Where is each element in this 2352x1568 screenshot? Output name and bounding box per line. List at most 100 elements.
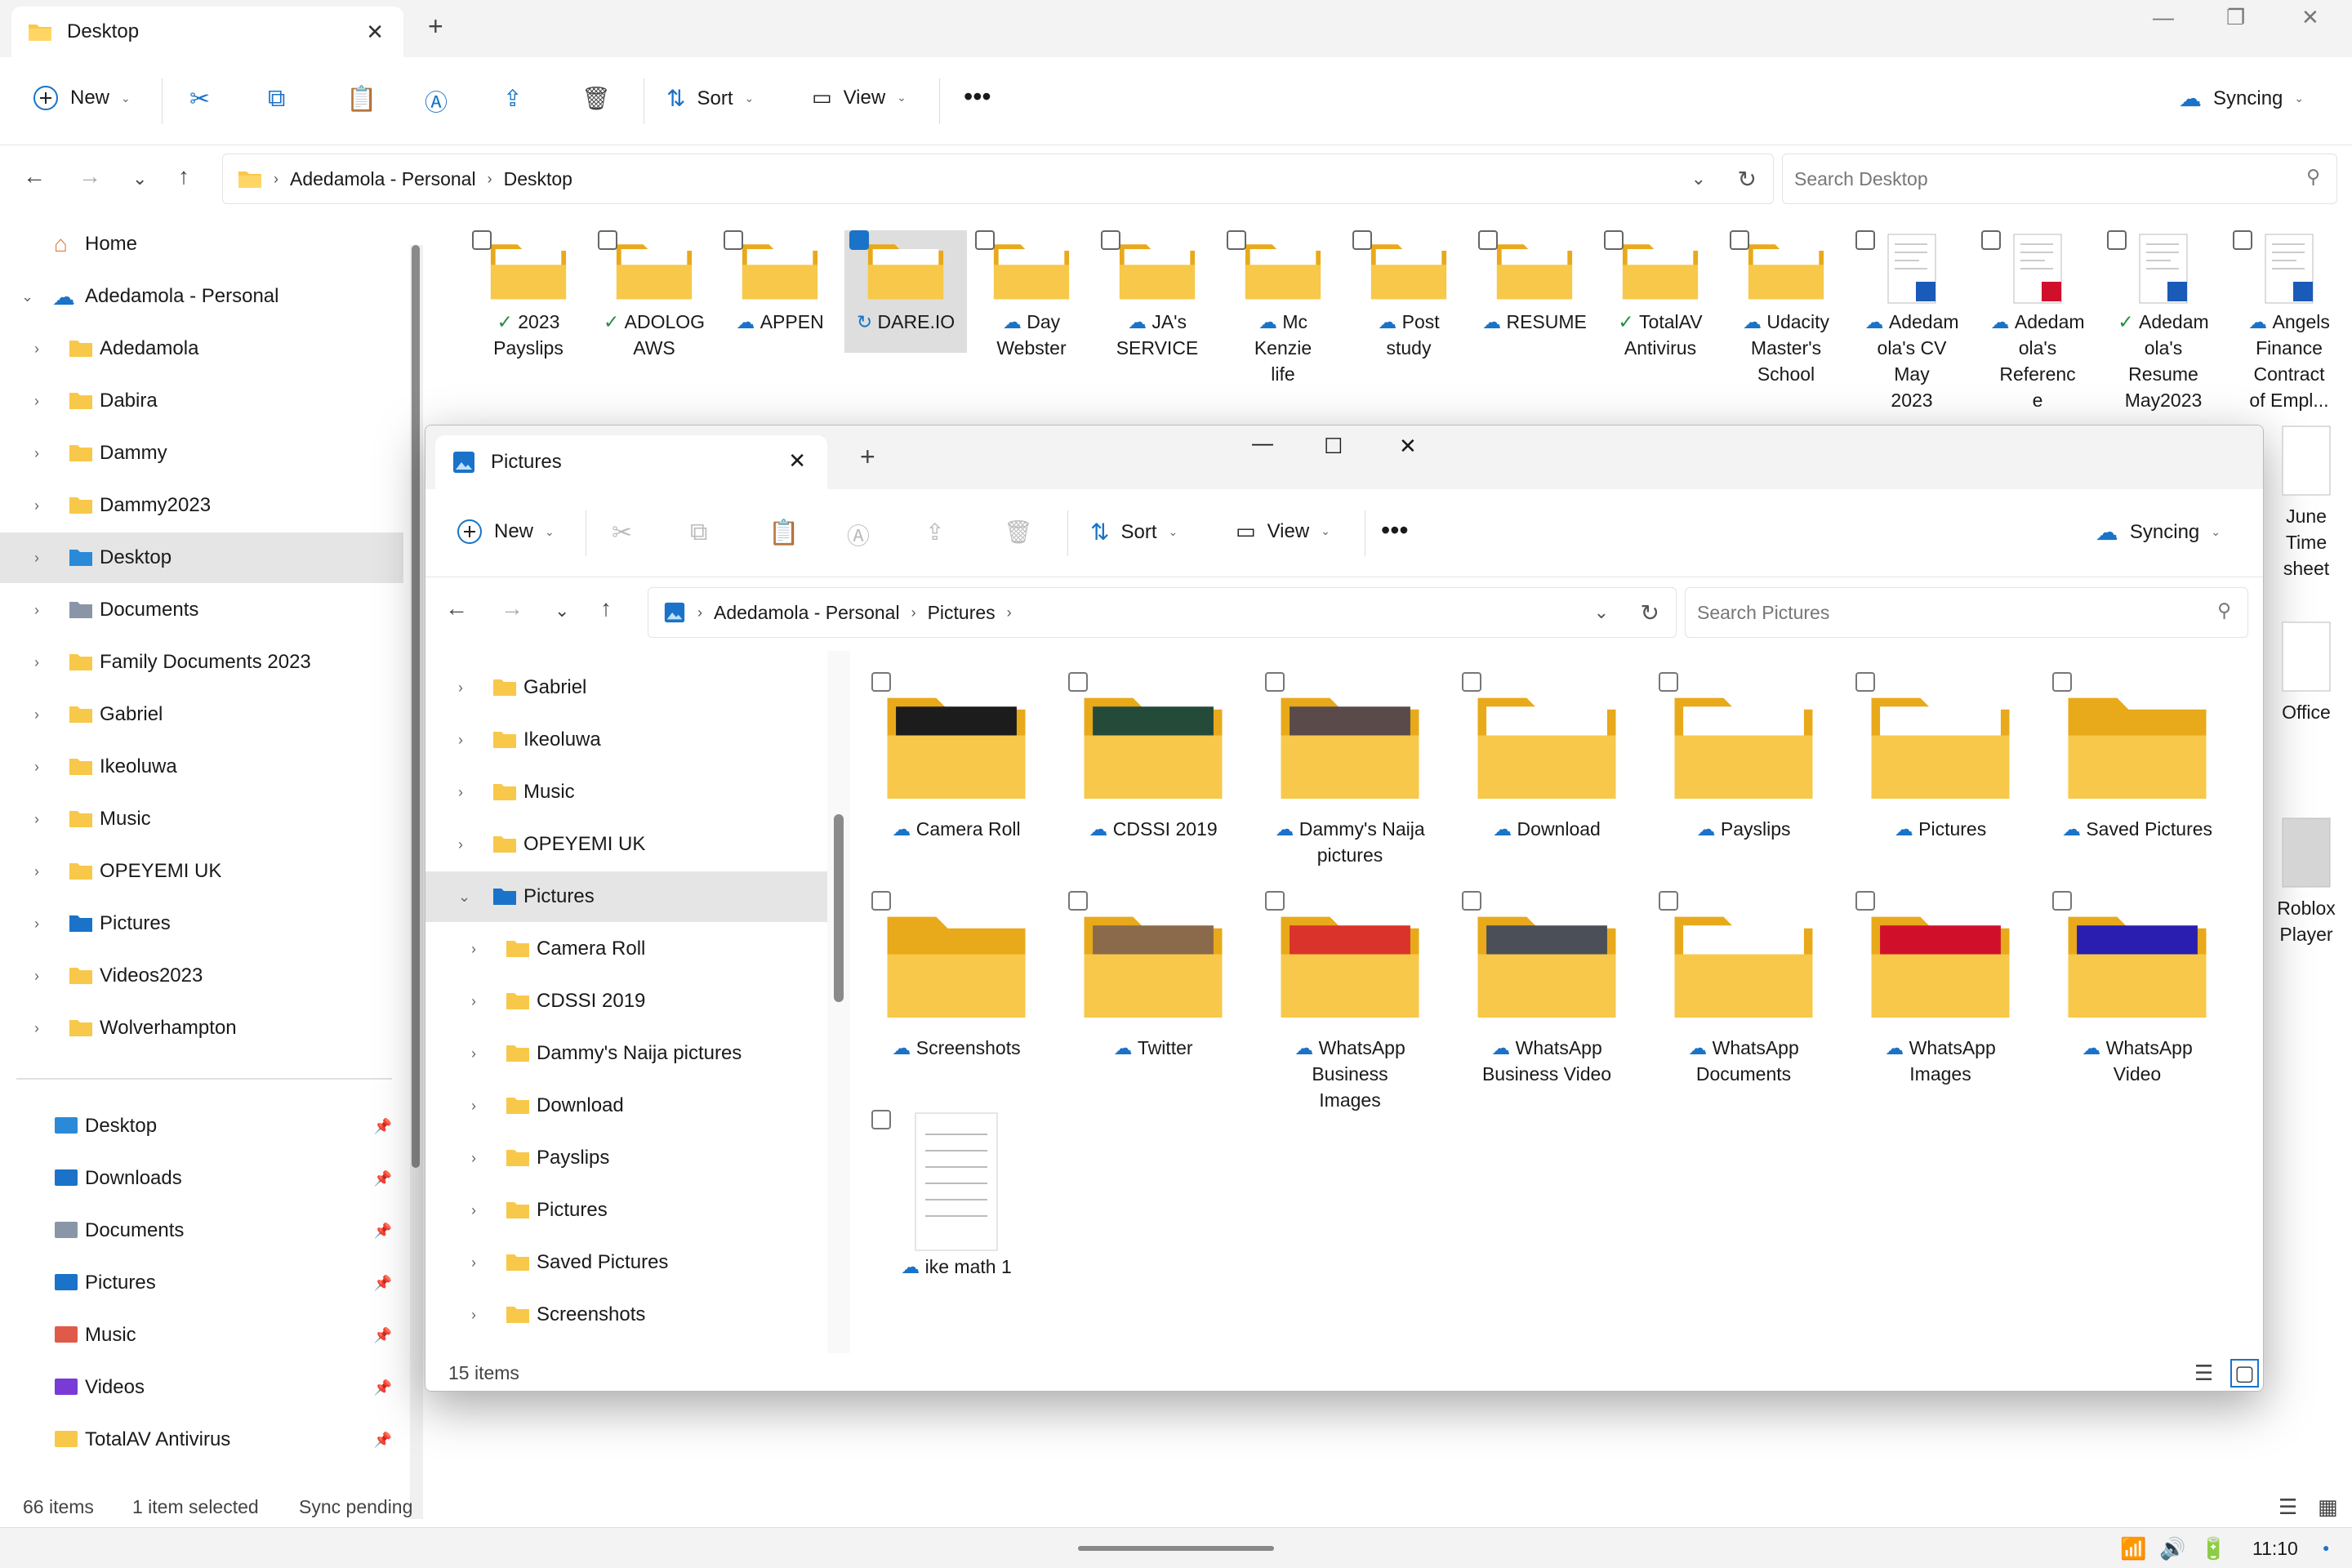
clock[interactable]: 11:10 [2252, 1538, 2298, 1560]
new-button[interactable]: New ⌄ [33, 85, 131, 111]
pin-icon[interactable]: 📌 [374, 1275, 392, 1292]
desktop-file-item[interactable]: ✓ 2023 Payslips [467, 230, 590, 418]
breadcrumb-account[interactable]: Adedamola - Personal [290, 168, 476, 190]
close-window-icon[interactable]: ✕ [1399, 434, 1417, 459]
chevron-right-icon[interactable]: › [471, 941, 476, 958]
forward-icon[interactable]: → [501, 595, 523, 621]
select-checkbox[interactable] [1855, 891, 1875, 911]
sidebar-item-folder[interactable]: › Ikeoluwa [425, 715, 827, 765]
address-dropdown-icon[interactable]: ⌄ [1691, 168, 1706, 189]
desktop-file-item[interactable]: ✓ TotalAV Antivirus [1599, 230, 1722, 418]
quick-access-item[interactable]: Videos 📌 [0, 1362, 403, 1413]
picture-folder-item[interactable]: ☁ CDSSI 2019 [1063, 672, 1243, 842]
more-options-icon[interactable]: ••• [964, 82, 991, 112]
sidebar-item-folder[interactable]: › Dabira [0, 376, 403, 426]
select-checkbox[interactable] [871, 672, 891, 692]
chevron-right-icon[interactable]: › [34, 1020, 39, 1037]
tiles-view-icon[interactable]: ▦ [2318, 1494, 2338, 1520]
chevron-right-icon[interactable]: › [34, 393, 39, 410]
select-checkbox[interactable] [1265, 672, 1285, 692]
delete-icon[interactable]: 🗑 [581, 85, 611, 112]
select-checkbox[interactable] [2107, 230, 2127, 250]
minimize-icon[interactable]: — [1252, 430, 1273, 456]
copy-icon[interactable]: ⧉ [268, 85, 285, 113]
picture-folder-item[interactable]: ☁ Dammy's Naija pictures [1260, 672, 1440, 868]
sidebar-item-folder[interactable]: › Videos2023 [0, 951, 403, 1001]
address-bar[interactable]: › Adedamola - Personal › Pictures › ⌄ ↻ [648, 587, 1677, 638]
sidebar-item-folder[interactable]: › Pictures [0, 898, 403, 949]
chevron-right-icon[interactable]: › [34, 915, 39, 933]
rename-icon[interactable]: Ⓐ [847, 519, 870, 551]
select-checkbox[interactable] [1981, 230, 2001, 250]
chevron-right-icon[interactable]: › [34, 602, 39, 619]
sidebar-item-folder[interactable]: › Screenshots [425, 1290, 827, 1340]
chevron-right-icon[interactable]: › [471, 1307, 476, 1324]
sidebar-item-folder[interactable]: › Documents [0, 585, 403, 635]
chevron-right-icon[interactable]: › [34, 759, 39, 776]
select-checkbox[interactable] [1659, 672, 1678, 692]
search-input[interactable]: Search Desktop ⚲ [1782, 154, 2337, 204]
search-input[interactable]: Search Pictures ⚲ [1685, 587, 2248, 638]
battery-icon[interactable]: 🔋 [2200, 1536, 2226, 1561]
picture-folder-item[interactable]: ☁ Payslips [1654, 672, 1833, 842]
select-checkbox[interactable] [472, 230, 492, 250]
select-checkbox[interactable] [1068, 891, 1088, 911]
close-tab-icon[interactable]: ✕ [366, 20, 384, 45]
sidebar-item-folder[interactable]: › Download [425, 1080, 827, 1131]
chevron-right-icon[interactable]: › [34, 811, 39, 828]
chevron-right-icon[interactable]: › [34, 550, 39, 567]
pin-icon[interactable]: 📌 [374, 1379, 392, 1396]
desktop-file-item[interactable]: Roblox Player [2261, 817, 2352, 947]
sidebar-item-folder[interactable]: › Music [0, 794, 403, 844]
sidebar-item-onedrive[interactable]: ⌄ ☁ Adedamola - Personal [0, 271, 403, 322]
delete-icon[interactable]: 🗑 [1004, 519, 1033, 546]
minimize-icon[interactable]: — [2153, 5, 2174, 30]
pin-icon[interactable]: 📌 [374, 1327, 392, 1344]
chevron-right-icon[interactable]: › [34, 863, 39, 880]
chevron-right-icon[interactable]: › [471, 1045, 476, 1062]
sidebar-item-folder[interactable]: › Adedamola [0, 323, 403, 374]
up-icon[interactable]: ↑ [178, 163, 189, 189]
cut-icon[interactable]: ✂ [189, 85, 210, 114]
pin-icon[interactable]: 📌 [374, 1118, 392, 1135]
desktop-file-item[interactable]: ☁ Day Webster [970, 230, 1093, 418]
desktop-file-item[interactable]: ☁ JA's SERVICE [1096, 230, 1218, 418]
pin-icon[interactable]: 📌 [374, 1223, 392, 1240]
sidebar-item-folder[interactable]: › Ikeoluwa [0, 742, 403, 792]
sidebar-item-folder[interactable]: › Dammy's Naija pictures [425, 1028, 827, 1079]
chevron-down-icon[interactable]: ⌄ [21, 288, 33, 305]
select-checkbox[interactable] [1352, 230, 1372, 250]
chevron-right-icon[interactable]: › [34, 706, 39, 724]
desktop-file-item[interactable]: ☁ Mc Kenzie life [1222, 230, 1344, 418]
picture-folder-item[interactable]: ☁ ike math 1 [866, 1110, 1046, 1280]
chevron-right-icon[interactable]: › [458, 732, 463, 749]
select-checkbox[interactable] [1068, 672, 1088, 692]
picture-folder-item[interactable]: ☁ Twitter [1063, 891, 1243, 1061]
sidebar-item-folder[interactable]: › Gabriel [0, 689, 403, 740]
share-icon[interactable]: ⇪ [503, 85, 522, 112]
select-checkbox[interactable] [1478, 230, 1498, 250]
quick-access-item[interactable]: TotalAV Antivirus 📌 [0, 1414, 403, 1465]
quick-access-item[interactable]: Music 📌 [0, 1310, 403, 1361]
sort-button[interactable]: ⇅ Sort ⌄ [1090, 519, 1178, 546]
chevron-right-icon[interactable]: › [34, 497, 39, 514]
select-checkbox[interactable] [975, 230, 995, 250]
new-tab-button[interactable]: + [860, 442, 875, 472]
quick-access-item[interactable]: Downloads 📌 [0, 1153, 403, 1204]
chevron-right-icon[interactable]: › [34, 341, 39, 358]
rename-icon[interactable]: Ⓐ [425, 85, 448, 118]
sidebar-item-folder[interactable]: ⌄ Pictures [425, 871, 827, 922]
select-checkbox[interactable] [871, 891, 891, 911]
refresh-icon[interactable]: ↻ [1738, 166, 1757, 193]
forward-icon[interactable]: → [78, 163, 101, 189]
desktop-file-item[interactable]: ✓ ADOLOG AWS [593, 230, 715, 418]
picture-folder-item[interactable]: ☁ Download [1457, 672, 1637, 842]
quick-access-item[interactable]: Documents 📌 [0, 1205, 403, 1256]
select-checkbox[interactable] [2052, 672, 2072, 692]
sidebar-item-folder[interactable]: › Dammy [0, 428, 403, 479]
desktop-file-item[interactable]: ☁ Angels Finance Contract of Empl... [2228, 230, 2350, 418]
chevron-right-icon[interactable]: › [458, 836, 463, 853]
chevron-right-icon[interactable]: › [471, 1098, 476, 1115]
chevron-right-icon[interactable]: › [34, 968, 39, 985]
picture-folder-item[interactable]: ☁ WhatsApp Business Images [1260, 891, 1440, 1113]
